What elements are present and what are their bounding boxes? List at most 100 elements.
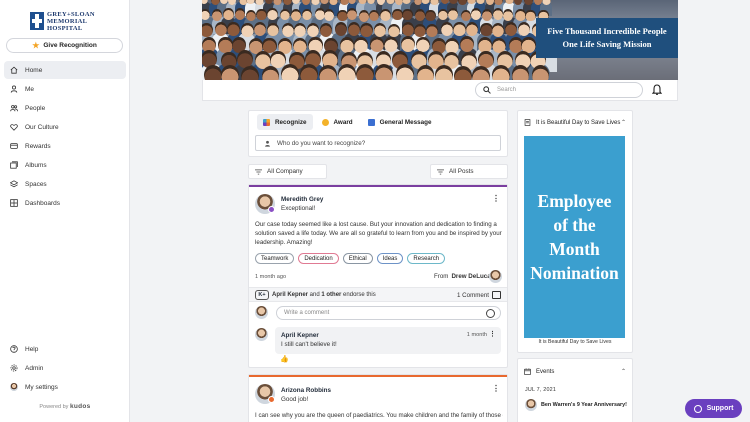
recognition-badge-icon: [268, 206, 275, 213]
crowd-face: [337, 64, 356, 80]
sidebar-item-home[interactable]: Home: [4, 61, 126, 79]
company-filter-select[interactable]: All Company: [248, 164, 327, 179]
tab-recognize[interactable]: Recognize: [257, 114, 313, 130]
emoji-icon[interactable]: [486, 309, 495, 318]
chevron-up-icon[interactable]: ⌃: [621, 119, 626, 126]
crowd-face: [491, 23, 504, 38]
post-from: From Drew DeLuca: [434, 273, 491, 280]
event-item[interactable]: Ben Warren's 9 Year Anniversary!: [525, 399, 627, 411]
tag-ethical[interactable]: Ethical: [342, 253, 373, 264]
current-user-avatar: [255, 306, 268, 319]
crowd-face: [471, 65, 490, 80]
crowd-face: [395, 64, 414, 80]
crowd-face: [375, 64, 394, 80]
sidebar-item-rewards[interactable]: Rewards: [4, 137, 126, 155]
comment-count[interactable]: 1 Comment: [457, 292, 489, 299]
crowd-face: [234, 8, 246, 20]
tab-general-message[interactable]: General Message: [362, 114, 438, 130]
recognition-post: Arizona Robbins Good job! ⋮ I can see wh…: [248, 374, 508, 422]
featured-card-header[interactable]: It is Beautiful Day to Save Lives: [524, 119, 620, 126]
crowd-face: [211, 9, 222, 21]
message-doc-icon: [367, 118, 375, 126]
avatar-icon: [10, 383, 18, 391]
crowd-face: [282, 22, 295, 37]
powered-by: Powered by kudos: [39, 403, 91, 410]
help-icon: [10, 345, 18, 353]
crowd-face: [356, 64, 375, 80]
post-author[interactable]: Meredith Grey: [281, 196, 323, 203]
tag-teamwork[interactable]: Teamwork: [255, 253, 295, 264]
crowd-face: [334, 22, 347, 37]
person-icon: [265, 140, 270, 147]
main-nav: Home Me People Our Culture Rewards Album…: [4, 61, 126, 213]
comment-icon[interactable]: [492, 291, 501, 299]
sidebar-item-my-settings[interactable]: My settings: [4, 378, 126, 396]
people-icon: [10, 104, 18, 112]
like-thumb-icon[interactable]: 👍: [280, 355, 289, 363]
poster-caption: It is Beautiful Day to Save Lives: [538, 339, 612, 345]
tag-ideas[interactable]: Ideas: [376, 253, 404, 264]
crowd-face: [425, 9, 436, 22]
comment-author[interactable]: April Kepner: [281, 332, 319, 339]
filter-icon: [437, 169, 444, 174]
value-tags: Teamwork Dedication Ethical Ideas Resear…: [255, 253, 446, 264]
more-options-icon[interactable]: ⋮: [492, 384, 500, 393]
endorse-button[interactable]: K+: [255, 290, 269, 300]
crowd-face: [531, 65, 550, 80]
tag-dedication[interactable]: Dedication: [298, 253, 339, 264]
top-bar: Search: [202, 80, 678, 101]
give-recognition-button[interactable]: ★ Give Recognition: [6, 38, 123, 53]
hospital-logo[interactable]: GREY+SLOAN MEMORIAL HOSPITAL: [30, 10, 100, 32]
recognize-recipient-input[interactable]: Who do you want to recognize?: [255, 135, 501, 151]
comment-input[interactable]: Write a comment: [276, 306, 501, 320]
comment-options-icon[interactable]: ⋮: [489, 330, 496, 338]
sidebar-item-spaces[interactable]: Spaces: [4, 175, 126, 193]
crowd-face: [306, 23, 320, 37]
post-author[interactable]: Arizona Robbins: [281, 387, 331, 394]
sidebar-item-dashboards[interactable]: Dashboards: [4, 194, 126, 212]
giver-avatar[interactable]: [489, 270, 502, 283]
from-name[interactable]: Drew DeLuca: [451, 273, 490, 280]
employee-nomination-poster[interactable]: Employee of the Month Nomination: [524, 136, 625, 338]
event-avatar: [525, 399, 537, 411]
kudos-brand[interactable]: kudos: [70, 403, 91, 410]
user-icon: [10, 85, 18, 93]
sidebar-item-albums[interactable]: Albums: [4, 156, 126, 174]
chevron-up-icon[interactable]: ⌃: [621, 368, 626, 375]
crowd-face: [380, 9, 391, 21]
events-header[interactable]: Events: [524, 368, 554, 375]
support-button[interactable]: Support: [685, 399, 742, 418]
bell-icon[interactable]: [652, 84, 662, 96]
crowd-face: [223, 8, 234, 20]
gear-icon: [10, 364, 18, 372]
chat-bubble-icon: [693, 404, 702, 413]
crowd-face: [480, 22, 493, 37]
posts-filter-select[interactable]: All Posts: [430, 164, 508, 179]
crowd-face: [241, 65, 260, 80]
crowd-face: [353, 36, 368, 53]
crowd-face: [470, 8, 481, 20]
crowd-face: [416, 64, 435, 80]
banner-caption: Five Thousand Incredible People One Life…: [536, 18, 678, 58]
layers-icon: [10, 180, 18, 188]
search-input[interactable]: Search: [475, 82, 643, 98]
sidebar-item-people[interactable]: People: [4, 99, 126, 117]
tag-research[interactable]: Research: [407, 253, 446, 264]
sidebar: GREY+SLOAN MEMORIAL HOSPITAL ★ Give Reco…: [0, 0, 130, 422]
crowd-face: [447, 8, 458, 21]
tab-award[interactable]: Award: [316, 114, 359, 130]
more-options-icon[interactable]: ⋮: [492, 194, 500, 203]
sidebar-item-our-culture[interactable]: Our Culture: [4, 118, 126, 136]
crowd-face: [435, 65, 453, 80]
crowd-face: [311, 0, 320, 5]
comment-time: 1 month: [466, 332, 487, 338]
crowd-face: [266, 22, 279, 37]
crowd-face: [267, 8, 278, 20]
sidebar-item-admin[interactable]: Admin: [4, 359, 126, 377]
crowd-face: [241, 23, 254, 37]
crowd-face: [373, 23, 386, 37]
sidebar-item-help[interactable]: Help: [4, 340, 126, 358]
sidebar-item-me[interactable]: Me: [4, 80, 126, 98]
commenter-avatar[interactable]: [255, 328, 268, 341]
crowd-face: [221, 64, 240, 80]
